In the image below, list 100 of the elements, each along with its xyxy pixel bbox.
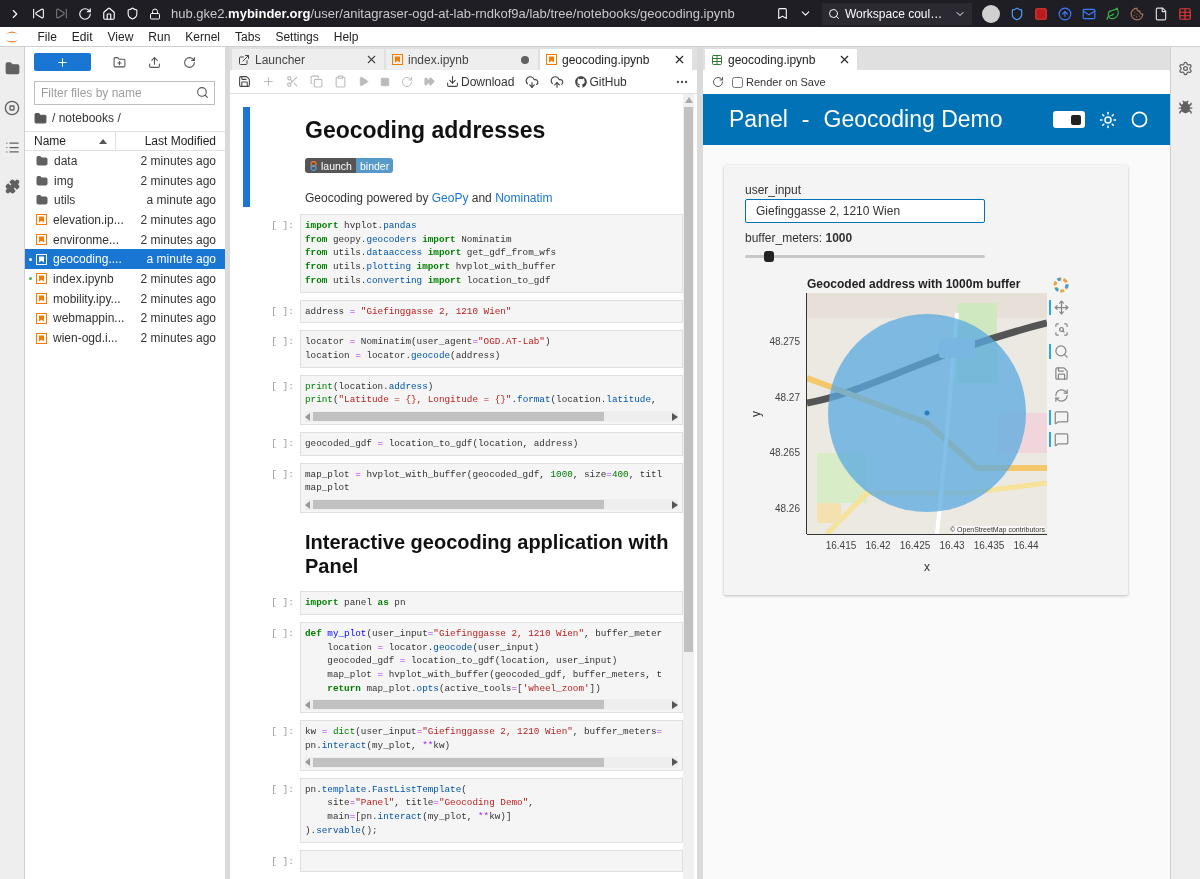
- menu-item[interactable]: Kernel: [177, 29, 228, 44]
- document-tab[interactable]: Launcher: [232, 49, 384, 70]
- folder-icon[interactable]: [4, 61, 20, 76]
- menu-item[interactable]: Tabs: [227, 29, 268, 44]
- menu-item[interactable]: Settings: [267, 29, 327, 44]
- checkbox[interactable]: [732, 76, 743, 88]
- file-row[interactable]: index.ipynb 2 minutes ago: [25, 269, 225, 289]
- add-cell-icon[interactable]: [262, 75, 275, 88]
- code-cell[interactable]: pn.template.FastListTemplate( site="Panel", title="Geocoding Demo", main=[pn.interact(my_plot, **kw)] ).servable();: [300, 777, 683, 843]
- download-icon[interactable]: [446, 75, 459, 88]
- box-zoom-tool-icon[interactable]: [1054, 322, 1069, 337]
- download-button[interactable]: Download: [446, 74, 515, 89]
- cloud-download-icon[interactable]: [525, 74, 540, 89]
- upload-icon[interactable]: [148, 55, 161, 69]
- shield-icon[interactable]: [1010, 6, 1024, 21]
- menu-item[interactable]: Edit: [64, 29, 101, 44]
- menu-item[interactable]: File: [30, 29, 65, 44]
- reset-tool-icon[interactable]: [1054, 388, 1069, 403]
- leaf-icon[interactable]: [1106, 6, 1120, 21]
- code-cell[interactable]: print(location.address) print("Latitude = {}, Longitude = {}".format(location.latitude,: [300, 374, 683, 426]
- menu-item[interactable]: Run: [140, 29, 178, 44]
- scroll-right-icon[interactable]: [672, 700, 678, 709]
- restart-icon[interactable]: [401, 75, 413, 88]
- document-tab[interactable]: geocoding.ipynb: [705, 49, 857, 70]
- link[interactable]: Nominatim: [495, 191, 553, 205]
- vertical-scrollbar[interactable]: [683, 94, 694, 879]
- code-cell[interactable]: map_plot = hvplot_with_buffer(geocoded_gdf, 1000, size=400, titl map_plot: [300, 462, 683, 514]
- file-row[interactable]: utils a minute ago: [25, 190, 225, 211]
- extension-icon[interactable]: [1034, 6, 1048, 21]
- column-header[interactable]: Last Modified: [116, 134, 225, 148]
- horizontal-scrollbar[interactable]: [305, 699, 678, 711]
- scroll-right-icon[interactable]: [672, 412, 678, 421]
- scroll-right-icon[interactable]: [672, 758, 678, 767]
- horizontal-scrollbar[interactable]: [305, 411, 678, 423]
- user-input-field[interactable]: Giefinggasse 2, 1210 Wien: [745, 199, 985, 223]
- bokeh-logo[interactable]: [1053, 277, 1069, 293]
- file-row[interactable]: elevation.ip... 2 minutes ago: [25, 210, 225, 230]
- column-header[interactable]: Name: [25, 132, 116, 150]
- hover-tool-icon[interactable]: [1054, 410, 1069, 425]
- settings-icon[interactable]: [1178, 61, 1193, 76]
- document-tab[interactable]: index.ipynb: [386, 49, 538, 70]
- grid-icon[interactable]: [1178, 6, 1192, 21]
- back-icon[interactable]: [32, 7, 45, 20]
- horizontal-scrollbar[interactable]: [305, 499, 678, 511]
- link[interactable]: GeoPy: [431, 191, 469, 205]
- document-icon[interactable]: [1154, 6, 1168, 21]
- running-icon[interactable]: [4, 100, 20, 116]
- home-icon[interactable]: [102, 6, 116, 21]
- file-row[interactable]: img 2 minutes ago: [25, 170, 225, 191]
- address-bar[interactable]: hub.gke2.mybinder.org/user/anitagraser-ogd-at-lab-rndkof9a/lab/tree/notebooks/geocoding.ipynb: [171, 6, 766, 21]
- github-icon[interactable]: [575, 75, 588, 88]
- code-cell[interactable]: address = "Giefinggasse 2, 1210 Wien": [300, 299, 683, 324]
- file-row[interactable]: environme... 2 minutes ago: [25, 229, 225, 250]
- filter-field[interactable]: Filter files by name: [34, 81, 215, 105]
- save-tool-icon[interactable]: [1054, 366, 1069, 381]
- search-field[interactable]: Workspace coul…: [822, 2, 972, 25]
- plus-icon[interactable]: [56, 55, 69, 69]
- bookmark-icon[interactable]: [776, 7, 789, 20]
- document-tab[interactable]: geocoding.ipynb: [540, 49, 692, 70]
- menu-item[interactable]: View: [100, 29, 141, 44]
- pan-tool-icon[interactable]: [1054, 300, 1069, 315]
- theme-toggle[interactable]: [1053, 111, 1085, 128]
- code-cell[interactable]: import panel as pn: [300, 591, 683, 615]
- puzzle-icon[interactable]: [4, 179, 20, 194]
- sun-icon[interactable]: [1099, 110, 1117, 129]
- scroll-right-icon[interactable]: [672, 500, 678, 509]
- profile-avatar[interactable]: [982, 4, 1000, 23]
- circle-icon[interactable]: [1131, 111, 1148, 128]
- file-row[interactable]: wien-ogd.i... 2 minutes ago: [25, 328, 225, 348]
- breadcrumb[interactable]: / notebooks /: [52, 111, 121, 125]
- close-icon[interactable]: [365, 53, 378, 66]
- code-cell[interactable]: locator = Nominatim(user_agent="OGD.AT-Lab") location = locator.geocode(address): [300, 330, 683, 368]
- code-cell[interactable]: [300, 621, 683, 714]
- forward-icon[interactable]: [55, 7, 68, 20]
- mail-icon[interactable]: [1082, 6, 1096, 21]
- github-button[interactable]: GitHub: [575, 74, 627, 89]
- code-cell[interactable]: kw = dict(user_input="Giefinggasse 2, 1210 Wien", buffer_meters= pn.interact(my_plot, **kw): [300, 720, 683, 771]
- new-folder-icon[interactable]: [113, 55, 126, 69]
- save-icon[interactable]: [238, 75, 251, 88]
- cloud-upload-icon[interactable]: [550, 74, 565, 89]
- code-cell[interactable]: import hvplot.pandas from geopy.geocoders import Nominatim from utils.dataaccess import get_gdf_from_wfs from utils.plotting import hvplot_with_buffer from utils.converting import location_to_gdf: [300, 214, 683, 293]
- sort-caret-icon[interactable]: [99, 138, 107, 144]
- close-icon[interactable]: [673, 53, 686, 66]
- wheel-zoom-tool-icon[interactable]: [1054, 344, 1069, 359]
- file-row[interactable]: data 2 minutes ago: [25, 151, 225, 171]
- code-cell[interactable]: geocoded_gdf = location_to_gdf(location, address): [300, 432, 683, 456]
- file-row[interactable]: mobility.ipy... 2 minutes ago: [25, 288, 225, 309]
- horizontal-scrollbar[interactable]: [305, 756, 678, 768]
- menu-item[interactable]: Help: [326, 29, 366, 44]
- cookie-icon[interactable]: [1130, 6, 1144, 21]
- code-cell[interactable]: [300, 849, 683, 872]
- arrow-up-icon[interactable]: [1058, 6, 1072, 21]
- file-row[interactable]: geocoding.... a minute ago: [25, 249, 225, 270]
- hover-tool-icon[interactable]: [1054, 432, 1069, 447]
- reload-icon[interactable]: [712, 76, 724, 88]
- refresh-icon[interactable]: [183, 55, 196, 69]
- bug-icon[interactable]: [1178, 100, 1193, 115]
- close-icon[interactable]: [838, 53, 851, 66]
- file-row[interactable]: webmappin... 2 minutes ago: [25, 308, 225, 329]
- checkbox-label[interactable]: Render on Save: [746, 76, 826, 88]
